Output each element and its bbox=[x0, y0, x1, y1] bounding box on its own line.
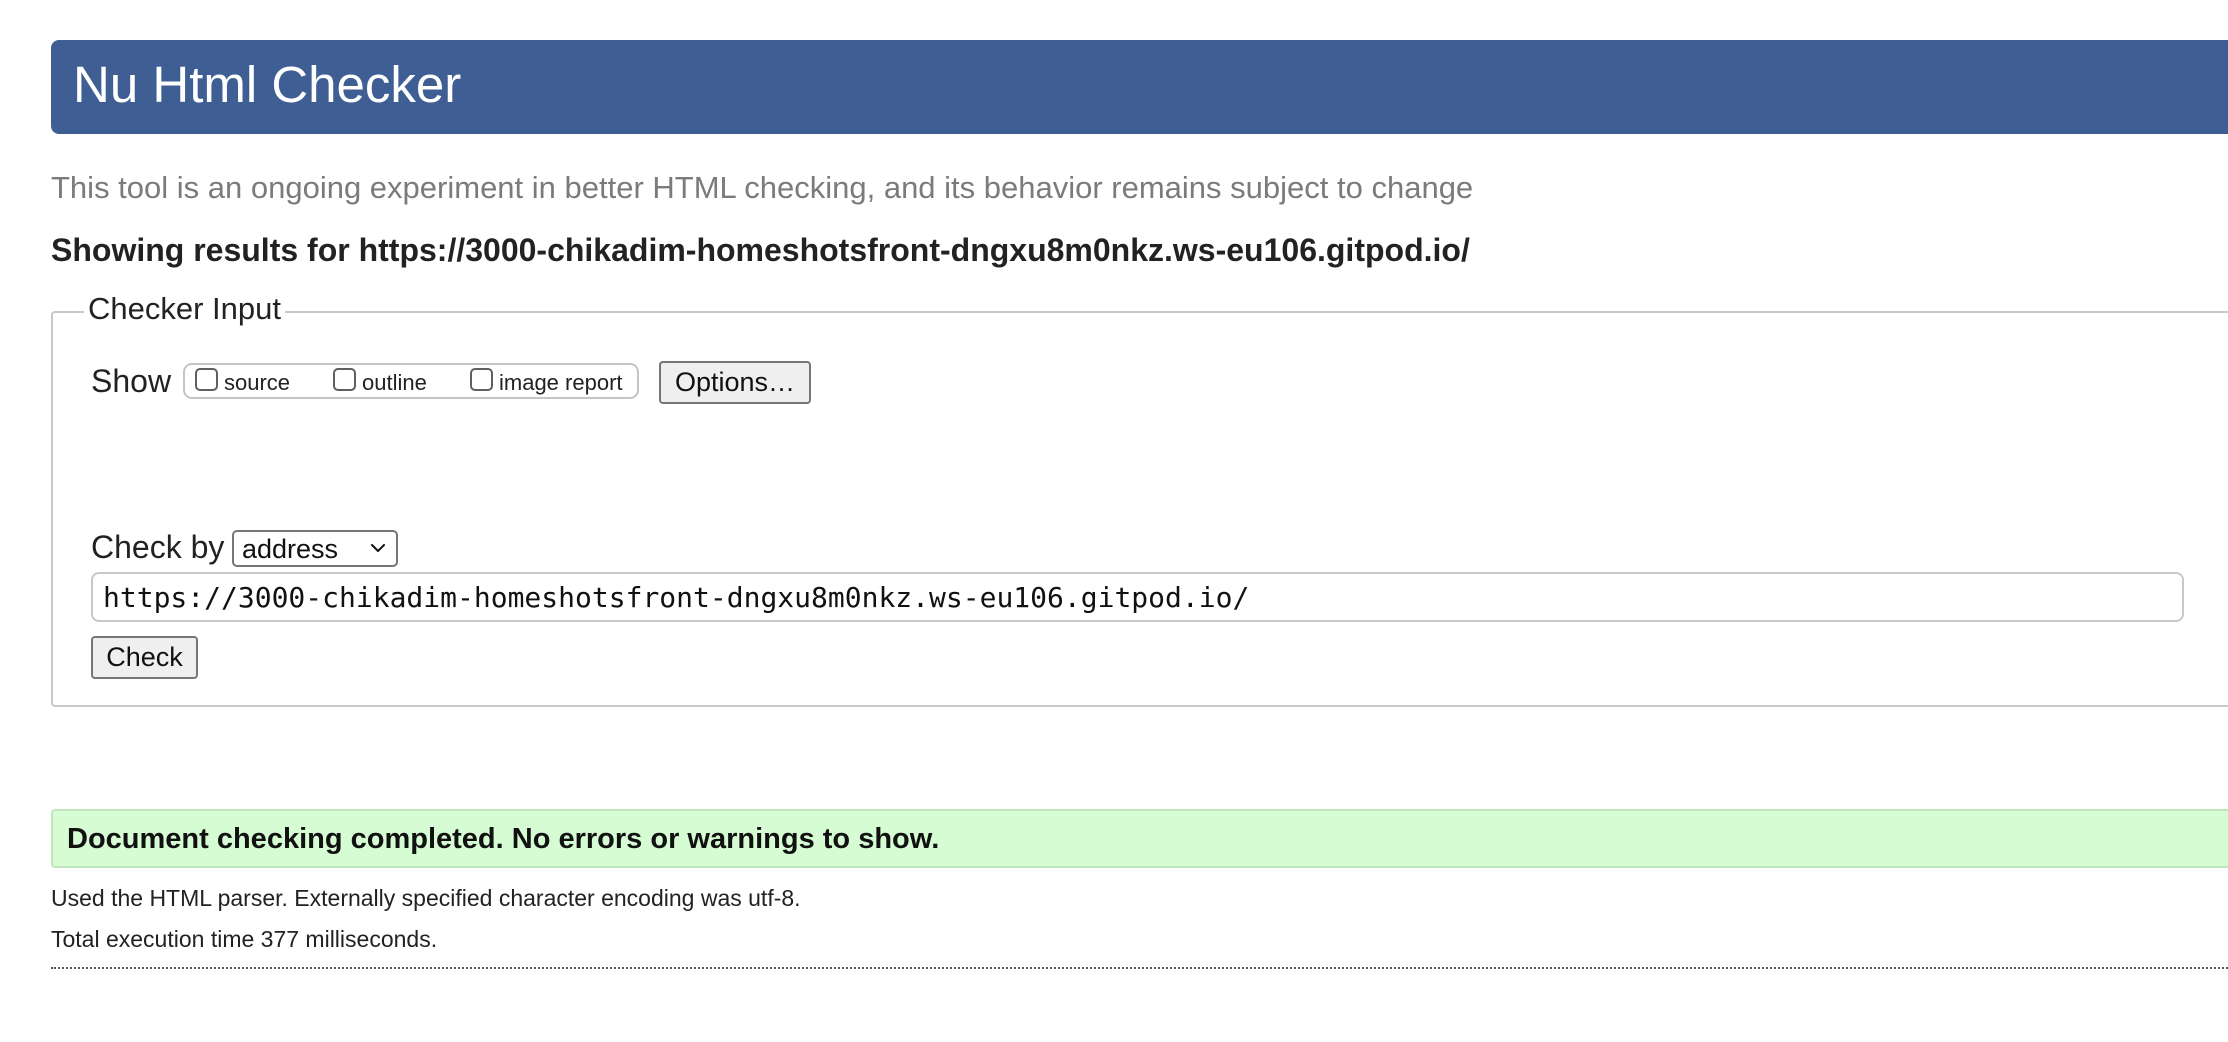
outline-checkbox-label[interactable]: outline bbox=[362, 369, 427, 397]
execution-time: Total execution time 377 milliseconds. bbox=[51, 926, 438, 952]
parser-info: Used the HTML parser. Externally specifi… bbox=[51, 885, 801, 911]
url-input-value[interactable]: https://3000-chikadim-homeshotsfront-dng… bbox=[103, 582, 1249, 614]
check-by-selected-value[interactable]: address bbox=[242, 534, 338, 564]
image-report-checkbox-item[interactable]: image report bbox=[470, 365, 623, 397]
source-checkbox-label[interactable]: source bbox=[224, 369, 290, 397]
success-message-box: Document checking completed. No errors o… bbox=[51, 809, 2228, 868]
source-checkbox[interactable] bbox=[195, 367, 218, 391]
checker-input-legend: Checker Input bbox=[84, 289, 285, 329]
image-report-checkbox-label[interactable]: image report bbox=[499, 369, 623, 397]
outline-checkbox-item[interactable]: outline bbox=[333, 365, 427, 397]
outline-checkbox[interactable] bbox=[333, 367, 356, 391]
success-message: Document checking completed. No errors o… bbox=[67, 823, 940, 855]
header-banner: Nu Html Checker bbox=[51, 40, 2228, 134]
url-input[interactable]: https://3000-chikadim-homeshotsfront-dng… bbox=[91, 572, 2184, 622]
check-by-label: Check by bbox=[91, 529, 225, 565]
dotted-divider bbox=[51, 967, 2228, 969]
page-title: Nu Html Checker bbox=[73, 56, 462, 113]
image-report-checkbox[interactable] bbox=[470, 367, 493, 391]
check-button[interactable]: Check bbox=[91, 636, 198, 679]
checker-input-fieldset: Checker Input Show source outline image … bbox=[51, 289, 2228, 707]
check-by-select[interactable]: address bbox=[232, 530, 398, 567]
source-checkbox-item[interactable]: source bbox=[195, 365, 290, 397]
options-button[interactable]: Options… bbox=[659, 361, 811, 404]
show-options-group: source outline image report bbox=[183, 363, 639, 399]
chevron-down-icon[interactable] bbox=[370, 540, 386, 556]
page: Nu Html Checker This tool is an ongoing … bbox=[0, 0, 2228, 1042]
intro-text: This tool is an ongoing experiment in be… bbox=[51, 170, 1474, 205]
results-heading: Showing results for https://3000-chikadi… bbox=[51, 232, 1470, 268]
show-label: Show bbox=[91, 363, 172, 399]
